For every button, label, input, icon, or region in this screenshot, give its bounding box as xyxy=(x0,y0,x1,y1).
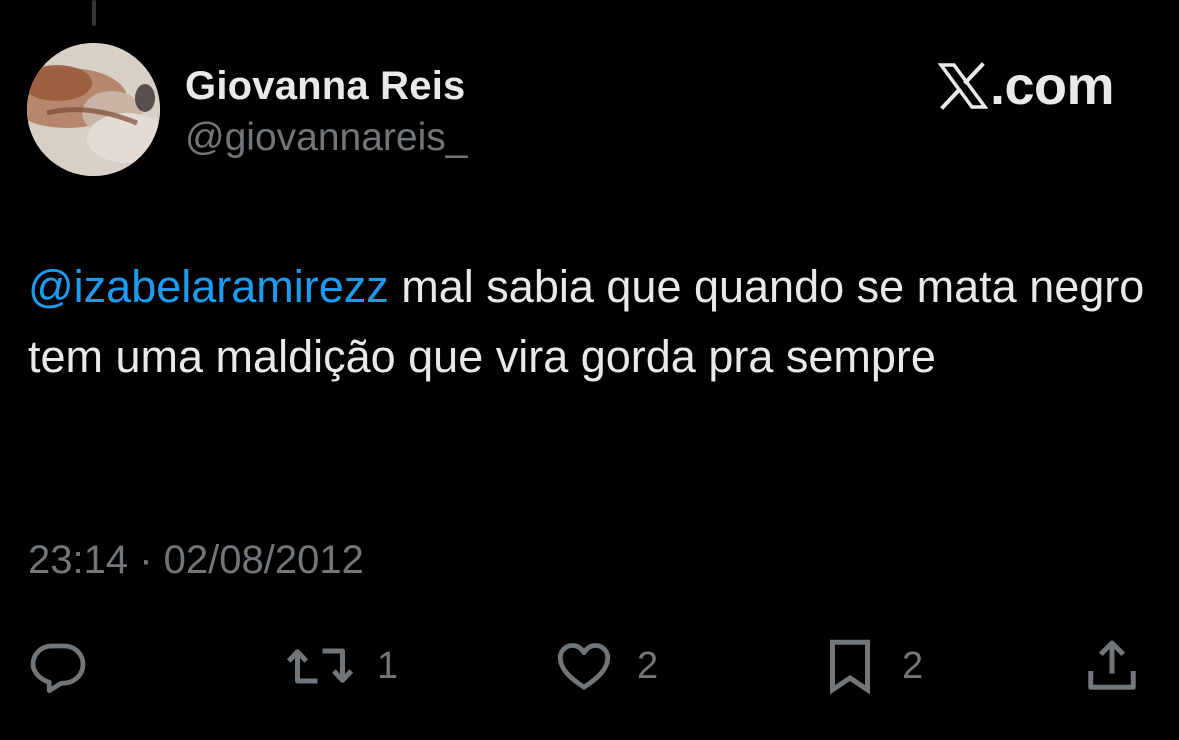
x-logo-icon xyxy=(938,62,988,110)
reply-button[interactable] xyxy=(28,636,88,696)
retweet-icon xyxy=(286,648,354,684)
tweet-text: @izabelaramirezz mal sabia que quando se… xyxy=(28,252,1158,392)
avatar-image xyxy=(27,43,160,176)
share-icon xyxy=(1088,640,1136,690)
reply-icon xyxy=(30,643,86,694)
x-brand-suffix: .com xyxy=(990,56,1115,116)
avatar[interactable] xyxy=(27,43,160,176)
heart-icon xyxy=(557,643,611,690)
bookmark-count: 2 xyxy=(902,644,924,687)
bookmark-button[interactable]: 2 xyxy=(820,636,923,696)
share-button[interactable] xyxy=(1082,636,1142,696)
user-handle[interactable]: @giovannareis_ xyxy=(185,116,467,160)
like-button[interactable]: 2 xyxy=(553,636,658,696)
thread-connector-line xyxy=(92,0,96,26)
mention-link[interactable]: @izabelaramirezz xyxy=(28,261,389,312)
display-name[interactable]: Giovanna Reis xyxy=(185,64,465,109)
retweet-button[interactable]: 1 xyxy=(285,636,398,696)
tweet-timestamp[interactable]: 23:14 · 02/08/2012 xyxy=(28,538,364,583)
retweet-count: 1 xyxy=(377,644,399,687)
bookmark-icon xyxy=(830,639,870,695)
like-count: 2 xyxy=(637,644,659,687)
x-brand-logo: .com xyxy=(938,56,1115,116)
action-bar: 1 2 2 xyxy=(0,636,1179,696)
